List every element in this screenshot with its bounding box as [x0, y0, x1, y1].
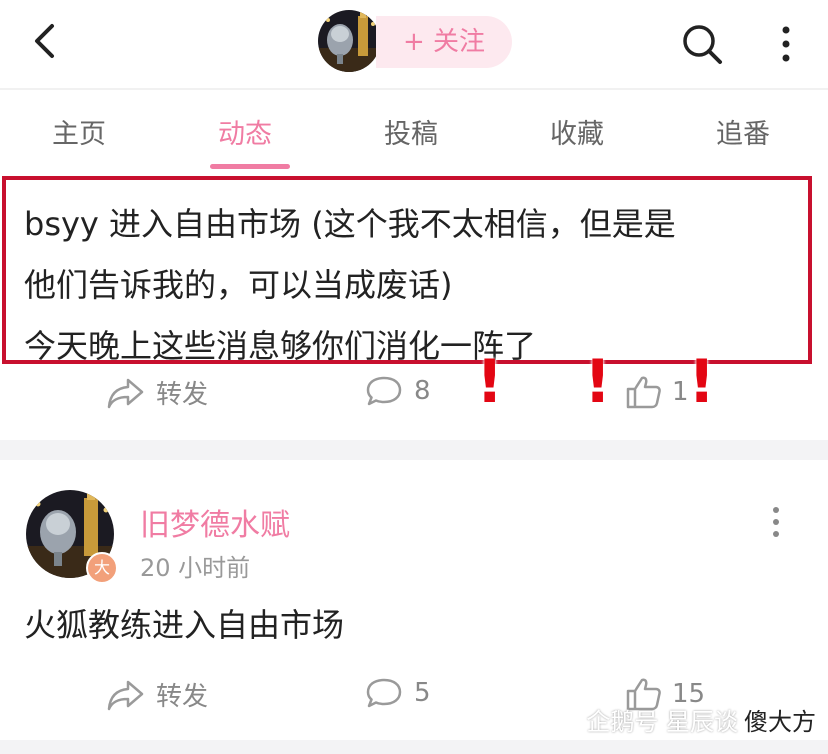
tab-bar: 主页 动态 投稿 收藏 追番	[0, 96, 828, 176]
like-icon	[626, 376, 661, 409]
post-body: 火狐教练进入自由市场	[24, 606, 345, 644]
exclamation-mark: !	[476, 347, 504, 417]
active-tab-indicator	[210, 164, 290, 169]
tab-submissions[interactable]: 投稿	[384, 112, 438, 151]
feed-separator	[0, 740, 828, 754]
tab-dynamic[interactable]: 动态	[218, 112, 272, 151]
top-bar: + 关注	[0, 0, 828, 88]
tab-favorites[interactable]: 收藏	[550, 112, 604, 151]
tab-anime[interactable]: 追番	[716, 112, 770, 151]
comment-icon	[366, 678, 402, 708]
author-name[interactable]: 旧梦德水赋	[140, 500, 290, 544]
comment-icon	[366, 376, 402, 406]
share-button[interactable]: 转发	[106, 676, 208, 713]
avatar[interactable]	[318, 10, 380, 72]
post-timestamp: 20 小时前	[140, 554, 251, 582]
comment-count: 8	[414, 376, 431, 406]
share-icon	[107, 378, 144, 408]
highlight-box	[2, 176, 812, 364]
watermark-overlay: 傻大方	[742, 702, 818, 737]
user-level-badge: 大	[86, 552, 118, 584]
watermark-text: 企鹅号 星辰谈	[586, 708, 738, 736]
more-icon[interactable]	[776, 22, 796, 66]
more-icon[interactable]	[766, 504, 786, 540]
watermark: 企鹅号 星辰谈 傻大方	[586, 702, 818, 737]
comment-button[interactable]: 8	[364, 374, 431, 408]
exclamation-mark: !	[584, 347, 612, 417]
exclamation-mark: !	[688, 347, 716, 417]
feed-separator	[0, 440, 828, 460]
share-label: 转发	[156, 380, 209, 410]
back-icon[interactable]	[24, 18, 64, 64]
like-button[interactable]: 1	[624, 374, 689, 410]
search-icon[interactable]	[680, 22, 724, 66]
tab-home[interactable]: 主页	[52, 112, 106, 151]
divider	[0, 88, 828, 90]
share-label: 转发	[156, 682, 209, 712]
comment-count: 5	[414, 678, 431, 708]
share-icon	[107, 680, 144, 710]
like-count: 1	[672, 377, 689, 407]
comment-button[interactable]: 5	[364, 676, 431, 710]
share-button[interactable]: 转发	[106, 374, 208, 411]
follow-button[interactable]: + 关注	[376, 16, 512, 68]
